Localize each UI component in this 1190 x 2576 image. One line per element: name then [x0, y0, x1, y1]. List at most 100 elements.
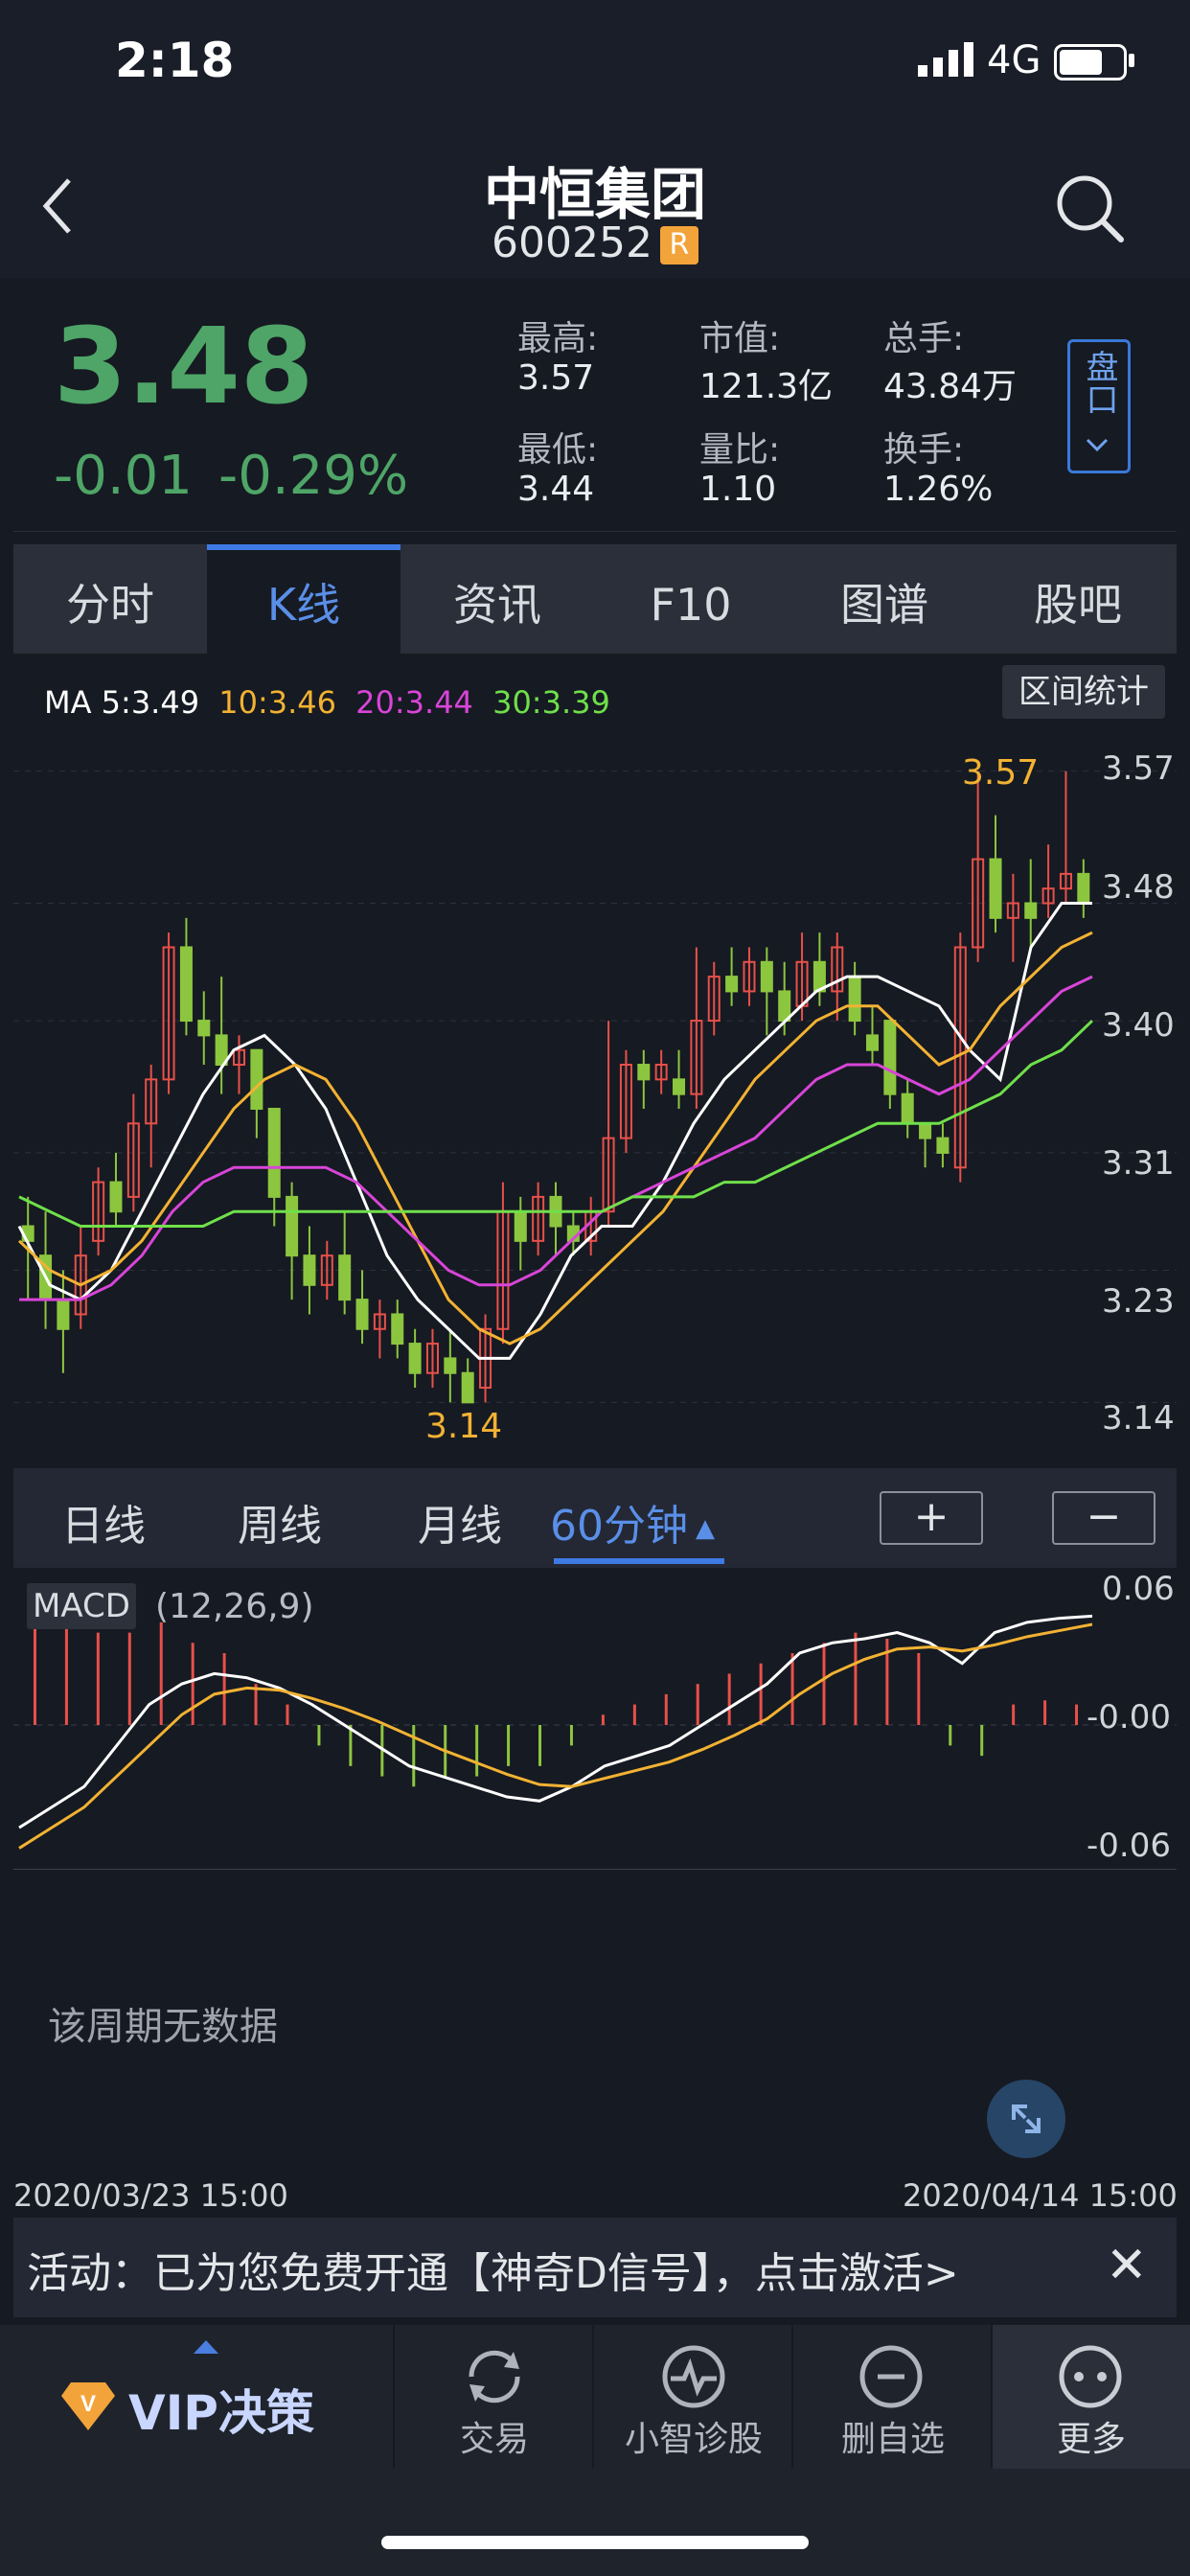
stat-high-label: 最高: — [517, 319, 599, 358]
ytick-1: 3.57 — [1102, 749, 1175, 788]
stat-high-value: 3.57 — [517, 358, 595, 398]
price-change: -0.01 — [54, 445, 193, 507]
signal-icon — [918, 42, 979, 80]
candle-body — [109, 1181, 123, 1213]
date-end: 2020/04/14 15:00 — [903, 2177, 1178, 2214]
chevron-down-icon — [1085, 437, 1110, 458]
period-60min[interactable]: 60分钟 ▲ — [550, 1491, 715, 1552]
high-marker: 3.57 — [962, 753, 1040, 793]
tab-f10[interactable]: F10 — [594, 544, 788, 654]
search-icon[interactable] — [1052, 171, 1129, 251]
promo-text[interactable]: 活动：已为您免费开通【神奇D信号】，点击激活> — [27, 2239, 959, 2300]
nav-remove-watchlist-label[interactable]: 删自选 — [795, 2411, 991, 2461]
interval-stats-button[interactable]: 区间统计 — [1002, 665, 1165, 719]
candle-body — [936, 1137, 950, 1154]
pankou-label: 盘口 — [1080, 350, 1118, 415]
ytick-5: 3.23 — [1102, 1282, 1175, 1321]
candle-body — [778, 990, 791, 1023]
candle-body — [57, 1299, 70, 1330]
ytick-4: 3.31 — [1102, 1144, 1175, 1183]
candle-body — [286, 1195, 299, 1257]
nav-trade-label[interactable]: 交易 — [397, 2411, 592, 2461]
period-active-indicator — [554, 1558, 724, 1564]
candle-body — [725, 976, 739, 993]
svg-text:V: V — [80, 2391, 96, 2417]
stat-mktcap-label: 市值: — [699, 319, 781, 358]
stat-volume-value: 43.84万 — [883, 367, 1018, 406]
diamond-v-icon: V — [59, 2379, 117, 2436]
stock-code: 600252 — [492, 218, 652, 267]
stat-volratio-value: 1.10 — [699, 470, 777, 509]
ma5-legend: MA 5:3.49 — [44, 684, 200, 721]
candle-body — [391, 1313, 404, 1346]
tab-graph[interactable]: 图谱 — [788, 544, 981, 654]
vip-decision-button[interactable]: VIP决策 — [128, 2375, 314, 2444]
ytick-2: 3.48 — [1102, 868, 1175, 907]
zoom-in-button[interactable]: + — [880, 1491, 983, 1545]
tab-news[interactable]: 资讯 — [400, 544, 594, 654]
zoom-out-button[interactable]: − — [1052, 1491, 1156, 1545]
period-60min-label: 60分钟 — [550, 1502, 688, 1551]
ma-legend: MA 5:3.49 10:3.46 20:3.44 30:3.39 — [44, 684, 610, 721]
macd-label: MACD — [27, 1583, 136, 1629]
network-type: 4G — [987, 38, 1041, 82]
candle-body — [848, 976, 861, 1023]
stat-turnover-label: 换手: — [883, 430, 965, 470]
macd-ytick-3: -0.06 — [1087, 1827, 1171, 1865]
ytick-6: 3.14 — [1102, 1399, 1175, 1438]
nav-separator — [791, 2325, 793, 2469]
battery-level — [1060, 50, 1102, 75]
candle-body — [1024, 902, 1038, 919]
candle-body — [179, 946, 193, 1023]
candle-body — [303, 1254, 316, 1286]
ma10-legend: 10:3.46 — [218, 684, 336, 721]
more-icon[interactable] — [1056, 2342, 1125, 2415]
macd-dea-line — [18, 1622, 1093, 1850]
period-daily[interactable]: 日线 — [61, 1491, 146, 1552]
nav-diagnosis-label[interactable]: 小智诊股 — [596, 2411, 791, 2461]
candle-body — [865, 1034, 879, 1051]
home-indicator — [381, 2536, 809, 2549]
current-price: 3.48 — [54, 305, 314, 427]
candle-body — [461, 1371, 474, 1404]
ma30-legend: 30:3.39 — [492, 684, 610, 721]
ma20-legend: 20:3.44 — [355, 684, 473, 721]
low-marker: 3.14 — [425, 1407, 503, 1446]
tab-kline[interactable]: K线 — [207, 544, 400, 654]
macd-divider — [13, 1869, 1177, 1870]
stat-turnover-value: 1.26% — [883, 470, 994, 509]
trade-icon[interactable] — [460, 2342, 529, 2415]
tab-fenshi[interactable]: 分时 — [13, 544, 207, 654]
expand-icon[interactable] — [987, 2080, 1065, 2158]
candle-body — [197, 1020, 211, 1037]
caret-up-icon — [194, 2338, 218, 2358]
candle-body — [919, 1122, 932, 1139]
candle-body — [408, 1343, 422, 1374]
stat-mktcap-value: 121.3亿 — [699, 367, 834, 406]
nav-more-label[interactable]: 更多 — [993, 2411, 1190, 2461]
tab-forum[interactable]: 股吧 — [981, 544, 1175, 654]
kline-plot — [13, 770, 1177, 1404]
stat-low-label: 最低: — [517, 430, 599, 470]
candle-body — [338, 1254, 352, 1301]
status-time: 2:18 — [115, 33, 235, 88]
no-data-text: 该周期无数据 — [48, 2005, 278, 2049]
nav-separator — [393, 2325, 395, 2469]
ytick-3: 3.40 — [1102, 1006, 1175, 1045]
candle-body — [250, 1048, 263, 1110]
period-weekly[interactable]: 周线 — [238, 1491, 322, 1552]
stat-low-value: 3.44 — [517, 470, 595, 509]
stat-volume-label: 总手: — [883, 319, 965, 358]
stock-code-row: 600252 R — [0, 218, 1190, 267]
candle-body — [267, 1107, 281, 1198]
nav-separator — [592, 2325, 594, 2469]
close-icon[interactable]: ✕ — [1106, 2237, 1148, 2294]
pulse-icon[interactable] — [659, 2342, 728, 2415]
date-start: 2020/03/23 15:00 — [13, 2177, 288, 2214]
period-monthly[interactable]: 月线 — [418, 1491, 502, 1552]
candle-body — [514, 1210, 527, 1242]
remove-icon[interactable] — [857, 2342, 926, 2415]
macd-ytick-2: -0.00 — [1087, 1698, 1171, 1736]
stat-volratio-label: 量比: — [699, 430, 781, 470]
candle-body — [637, 1064, 651, 1081]
